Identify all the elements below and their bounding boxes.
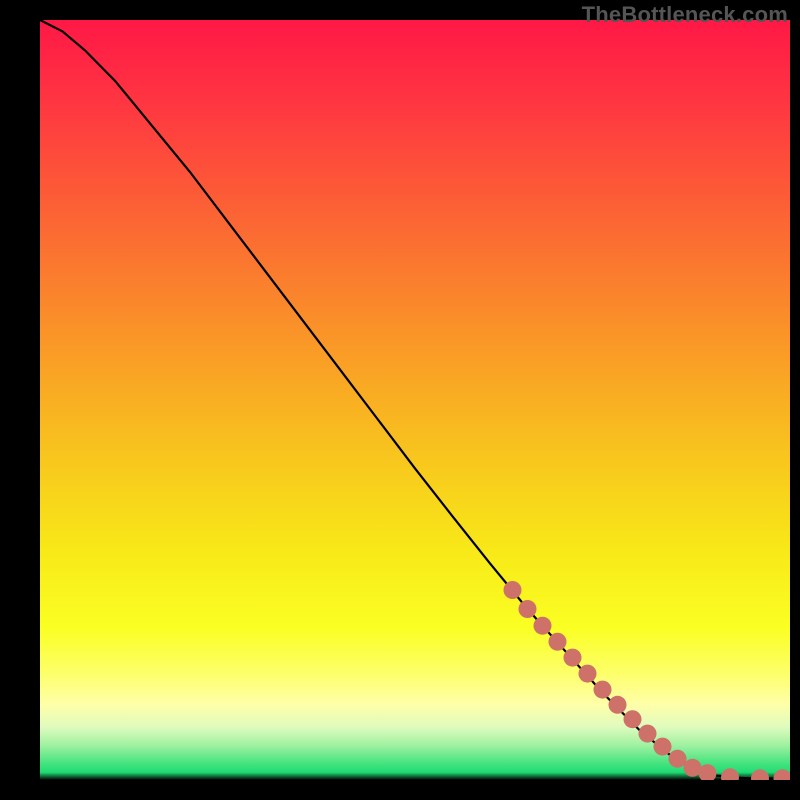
curve-marker (504, 581, 522, 599)
curve-marker (594, 681, 612, 699)
curve-marker (654, 738, 672, 756)
watermark-text: TheBottleneck.com (582, 2, 788, 28)
curve-marker (519, 600, 537, 618)
curve-marker (579, 665, 597, 683)
plot-area (40, 20, 790, 780)
plot-svg (40, 20, 790, 780)
curve-marker (564, 649, 582, 667)
curve-marker (624, 710, 642, 728)
curve-marker (609, 696, 627, 714)
curve-marker (549, 633, 567, 651)
gradient-background (40, 20, 790, 780)
curve-marker (669, 750, 687, 768)
chart-stage: TheBottleneck.com (0, 0, 800, 800)
curve-marker (534, 617, 552, 635)
curve-marker (639, 725, 657, 743)
